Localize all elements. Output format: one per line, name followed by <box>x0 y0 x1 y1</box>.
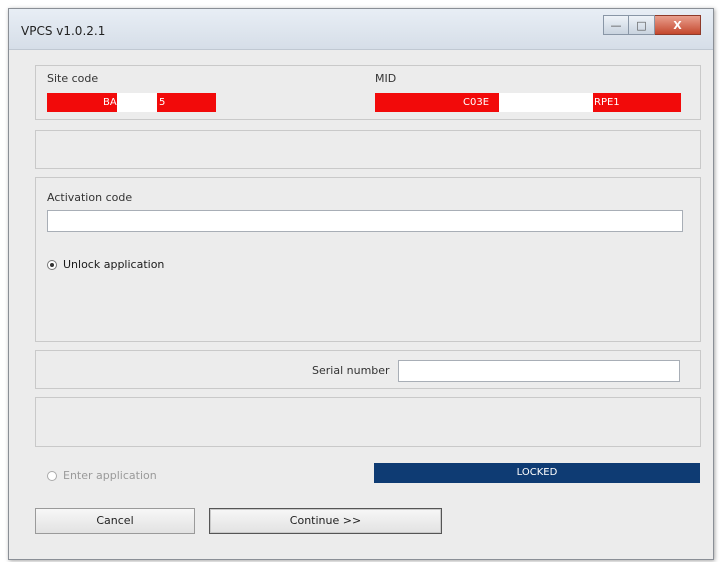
enter-application-radio[interactable] <box>47 470 57 481</box>
mid-field: C03E RPE1 <box>375 93 681 112</box>
title-bar[interactable]: VPCS v1.0.2.1 — □ X <box>9 9 713 50</box>
site-code-redaction <box>117 93 157 112</box>
unlock-application-label: Unlock application <box>63 258 165 271</box>
main-window: VPCS v1.0.2.1 — □ X Site code BA 5 MID C… <box>8 8 714 560</box>
unlock-application-option[interactable]: Unlock application <box>47 258 164 271</box>
lock-status-badge: LOCKED <box>374 463 700 483</box>
site-code-value-end: 5 <box>159 97 166 108</box>
enter-application-option[interactable]: Enter application <box>47 469 157 482</box>
mid-value-end: RPE1 <box>594 97 620 108</box>
minimize-button[interactable]: — <box>603 15 629 35</box>
window-title: VPCS v1.0.2.1 <box>21 24 106 38</box>
info-panel <box>35 130 701 169</box>
activation-code-label: Activation code <box>47 191 133 204</box>
window-controls: — □ X <box>603 15 701 37</box>
serial-group: Serial number <box>35 350 701 389</box>
message-panel <box>35 397 701 447</box>
cancel-button[interactable]: Cancel <box>35 508 195 534</box>
serial-number-input[interactable] <box>398 360 680 382</box>
unlock-application-radio[interactable] <box>47 259 57 270</box>
site-code-label: Site code <box>47 72 99 85</box>
serial-number-label: Serial number <box>312 364 390 377</box>
activation-code-input[interactable] <box>47 210 683 232</box>
site-code-value-start: BA <box>103 97 117 108</box>
maximize-button[interactable]: □ <box>629 15 655 35</box>
mid-label: MID <box>375 72 397 85</box>
mid-redaction <box>499 93 593 112</box>
close-button[interactable]: X <box>655 15 701 35</box>
enter-application-label: Enter application <box>63 469 157 482</box>
mid-value-start: C03E <box>463 97 490 108</box>
activation-group: Activation code Unlock application <box>35 177 701 342</box>
site-code-field: BA 5 <box>47 93 216 112</box>
continue-button[interactable]: Continue >> <box>209 508 442 534</box>
identity-group: Site code BA 5 MID C03E RPE1 <box>35 65 701 120</box>
